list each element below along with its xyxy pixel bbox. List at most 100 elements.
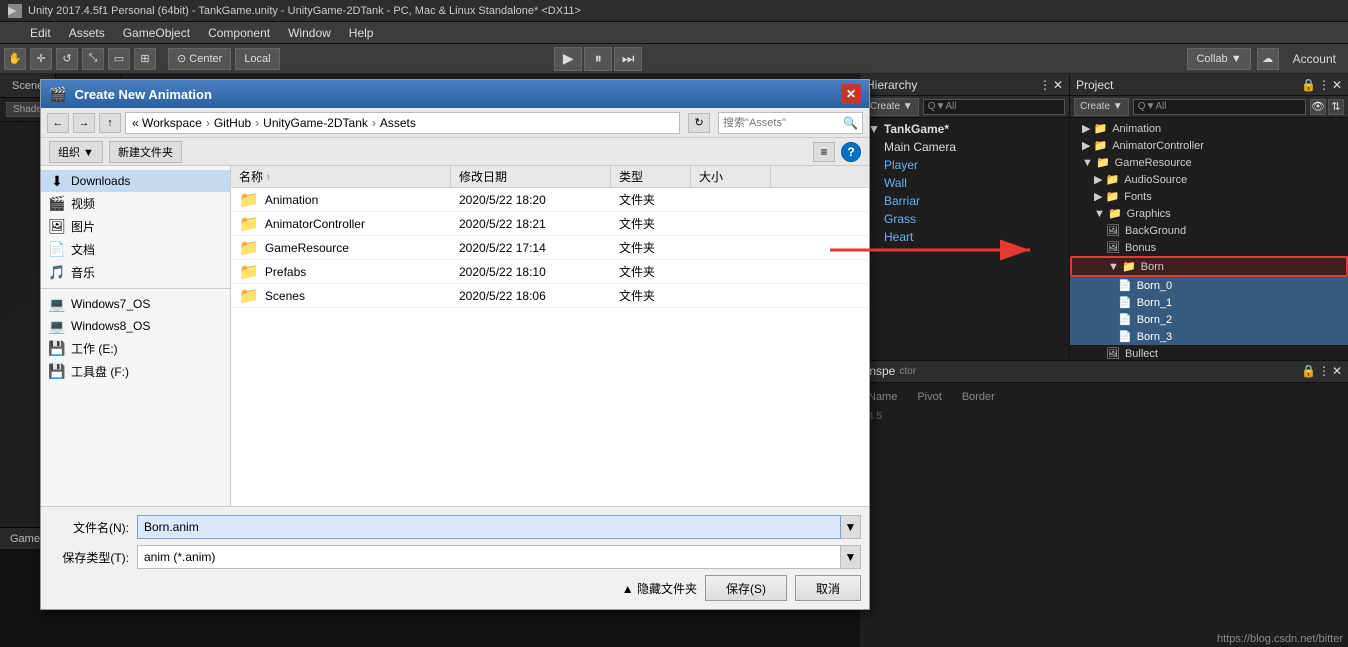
path-assets[interactable]: Assets: [380, 116, 416, 130]
left-item-drive-f[interactable]: 💾 工具盘 (F:): [41, 360, 230, 383]
col-header-date[interactable]: 修改日期: [451, 166, 611, 187]
move-tool[interactable]: ✛: [30, 48, 52, 70]
hierarchy-create-button[interactable]: Create ▼: [864, 98, 919, 116]
help-button[interactable]: ?: [841, 142, 861, 162]
project-tree-item[interactable]: 🖼Bonus: [1070, 239, 1348, 256]
filename-input[interactable]: [137, 515, 841, 539]
left-item-documents[interactable]: 📄 文档: [41, 238, 230, 261]
local-button[interactable]: Local: [235, 48, 279, 70]
file-row[interactable]: 📁 Prefabs 2020/5/22 18:10 文件夹: [231, 260, 869, 284]
menu-item-assets[interactable]: Assets: [61, 24, 113, 42]
save-button[interactable]: 保存(S): [705, 575, 787, 601]
transform-tool[interactable]: ⊞: [134, 48, 156, 70]
step-button[interactable]: ⏭: [614, 47, 642, 71]
filetype-dropdown[interactable]: ▼: [841, 545, 861, 569]
project-tree-item[interactable]: 📄Born_0: [1070, 277, 1348, 294]
project-tree-item[interactable]: 🖼BackGround: [1070, 222, 1348, 239]
left-item-win7[interactable]: 💻 Windows7_OS: [41, 293, 230, 315]
new-folder-button[interactable]: 新建文件夹: [109, 141, 182, 163]
path-github[interactable]: GitHub: [214, 116, 251, 130]
rotate-tool[interactable]: ↺: [56, 48, 78, 70]
project-create-button[interactable]: Create ▼: [1074, 98, 1129, 116]
nav-back-button[interactable]: ←: [47, 113, 69, 133]
menu-item-file[interactable]: [4, 31, 20, 35]
file-list-header: 名称 ↑ 修改日期 类型 大小: [231, 166, 869, 188]
col-header-size[interactable]: 大小: [691, 166, 771, 187]
filetype-row: 保存类型(T): ▼: [49, 545, 861, 569]
file-row[interactable]: 📁 Scenes 2020/5/22 18:06 文件夹: [231, 284, 869, 308]
hierarchy-scene-root[interactable]: ▼ TankGame*: [860, 120, 1069, 138]
project-tree-item[interactable]: ▼ 📁GameResource: [1070, 154, 1348, 171]
main-area: Scene Console ≡ ✕ Shaded 2D Gizmos ▼ Q▼A…: [0, 74, 1348, 647]
project-close[interactable]: ✕: [1332, 78, 1342, 92]
left-item-downloads[interactable]: ⬇ Downloads: [41, 170, 230, 192]
project-sort-button[interactable]: ⇅: [1328, 99, 1344, 115]
hand-tool[interactable]: ✋: [4, 48, 26, 70]
rect-tool[interactable]: ▭: [108, 48, 130, 70]
project-tree-item[interactable]: ▶ 📁Animation: [1070, 120, 1348, 137]
hierarchy-list-item[interactable]: Grass: [860, 210, 1069, 228]
project-tree-item[interactable]: 📄Born_2: [1070, 311, 1348, 328]
account-button[interactable]: Account: [1285, 50, 1344, 68]
menu-item-gameobject[interactable]: GameObject: [115, 24, 198, 42]
scale-tool[interactable]: ⤡: [82, 48, 104, 70]
tree-icon: ▼ 📁: [1108, 260, 1136, 273]
project-eye-button[interactable]: 👁: [1310, 99, 1326, 115]
menu-item-window[interactable]: Window: [280, 24, 339, 42]
file-row[interactable]: 📁 GameResource 2020/5/22 17:14 文件夹: [231, 236, 869, 260]
hierarchy-search[interactable]: Q▼All: [923, 99, 1065, 115]
project-tree-item[interactable]: ▶ 📁AnimatorController: [1070, 137, 1348, 154]
dialog-close-button[interactable]: ✕: [841, 84, 861, 104]
project-tree-item[interactable]: ▶ 📁AudioSource: [1070, 171, 1348, 188]
file-row[interactable]: 📁 Animation 2020/5/22 18:20 文件夹: [231, 188, 869, 212]
menu-bar: Edit Assets GameObject Component Window …: [0, 22, 1348, 44]
nav-up-button[interactable]: ↑: [99, 113, 121, 133]
search-input[interactable]: [723, 117, 843, 129]
filetype-input[interactable]: [137, 545, 841, 569]
col-header-type[interactable]: 类型: [611, 166, 691, 187]
left-item-drive-e[interactable]: 💾 工作 (E:): [41, 337, 230, 360]
hide-folders-toggle[interactable]: ▲ 隐藏文件夹: [622, 580, 697, 597]
menu-item-component[interactable]: Component: [200, 24, 278, 42]
view-button[interactable]: ≡: [813, 142, 835, 162]
hierarchy-list-item[interactable]: Wall: [860, 174, 1069, 192]
col-header-name[interactable]: 名称 ↑: [231, 166, 451, 187]
project-tree-item[interactable]: 📄Born_1: [1070, 294, 1348, 311]
path-workspace[interactable]: « Workspace: [132, 116, 202, 130]
project-header: Project 🔒 ⋮ ✕: [1070, 74, 1348, 96]
collab-area: Collab ▼ ☁ Account: [1187, 48, 1344, 70]
collab-button[interactable]: Collab ▼: [1187, 48, 1250, 70]
file-size: [691, 246, 771, 250]
left-label-video: 视频: [71, 195, 95, 212]
hierarchy-list-item[interactable]: Main Camera: [860, 138, 1069, 156]
org-button[interactable]: 组织 ▼: [49, 141, 103, 163]
left-item-video[interactable]: 🎬 视频: [41, 192, 230, 215]
center-button[interactable]: ⊙ Center: [168, 48, 231, 70]
project-tree-item[interactable]: ▶ 📁Fonts: [1070, 188, 1348, 205]
inspector-lock-icon[interactable]: 🔒: [1301, 364, 1316, 378]
menu-item-help[interactable]: Help: [341, 24, 382, 42]
menu-item-edit[interactable]: Edit: [22, 24, 59, 42]
hierarchy-list-item[interactable]: Barriar: [860, 192, 1069, 210]
cancel-button[interactable]: 取消: [795, 575, 861, 601]
project-tree-item[interactable]: ▼ 📁Born: [1070, 256, 1348, 277]
hierarchy-list-item[interactable]: Heart: [860, 228, 1069, 246]
nav-forward-button[interactable]: →: [73, 113, 95, 133]
nav-refresh-button[interactable]: ↻: [688, 113, 710, 133]
project-tree-item[interactable]: 📄Born_3: [1070, 328, 1348, 345]
hierarchy-close[interactable]: ✕: [1053, 78, 1063, 92]
pause-button[interactable]: ⏸: [584, 47, 612, 71]
filename-dropdown[interactable]: ▼: [841, 515, 861, 539]
path-unitygame[interactable]: UnityGame-2DTank: [263, 116, 368, 130]
file-row[interactable]: 📁 AnimatorController 2020/5/22 18:21 文件夹: [231, 212, 869, 236]
cloud-button[interactable]: ☁: [1257, 48, 1279, 70]
project-tree-item[interactable]: ▼ 📁Graphics: [1070, 205, 1348, 222]
inspector-close[interactable]: ✕: [1332, 364, 1342, 378]
hierarchy-list-item[interactable]: Player: [860, 156, 1069, 174]
left-item-music[interactable]: 🎵 音乐: [41, 261, 230, 284]
project-tree-item[interactable]: 🖼Bullect: [1070, 345, 1348, 360]
play-button[interactable]: ▶: [554, 47, 582, 71]
left-item-pictures[interactable]: 🖼 图片: [41, 215, 230, 238]
left-item-win8[interactable]: 💻 Windows8_OS: [41, 315, 230, 337]
project-search[interactable]: Q▼All: [1133, 99, 1306, 115]
